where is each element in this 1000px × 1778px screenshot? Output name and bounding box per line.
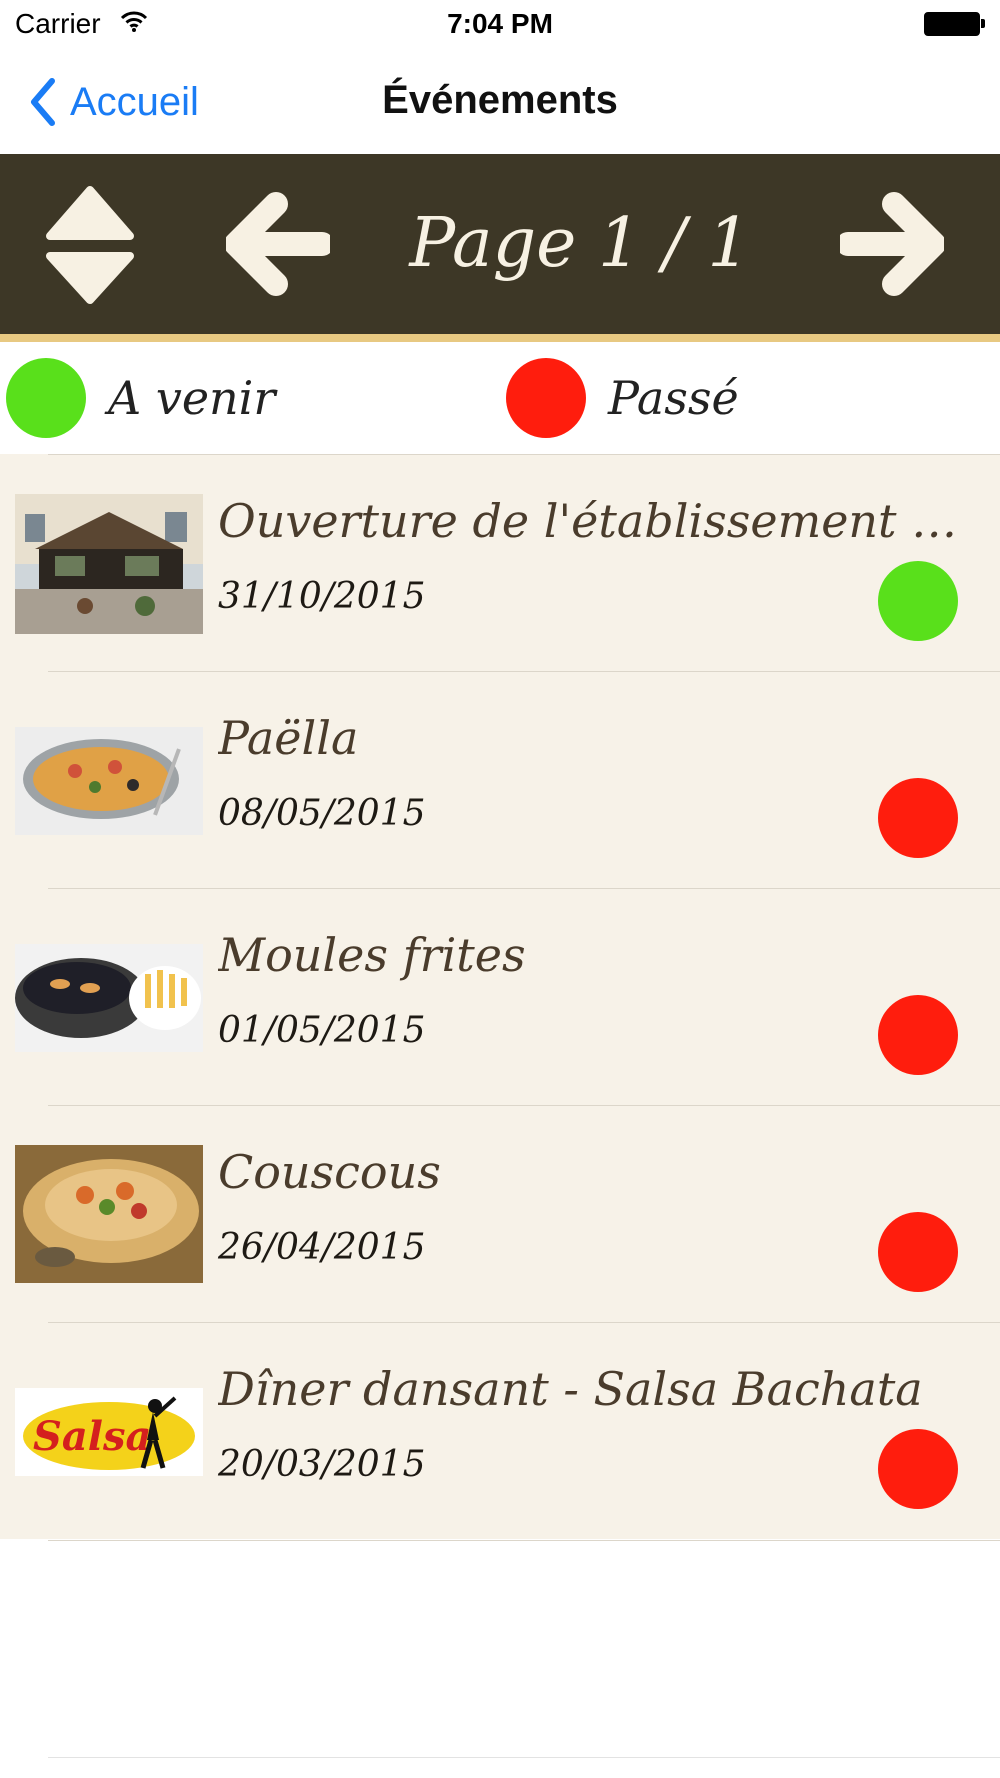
status-bar: Carrier 7:04 PM [0,0,1000,50]
event-date: 08/05/2015 [218,793,426,834]
past-status-dot [506,358,586,438]
event-title: Moules frites [218,928,526,982]
event-date: 01/05/2015 [218,1010,426,1051]
event-date: 20/03/2015 [218,1444,426,1485]
page-indicator: Page 1 / 1 [409,204,751,283]
event-thumbnail [15,944,203,1052]
event-date: 26/04/2015 [218,1227,426,1268]
event-status-dot [878,1212,958,1292]
event-title: Couscous [218,1145,441,1199]
event-title: Ouverture de l'établissement tou... [218,494,958,548]
event-thumbnail [15,727,203,835]
legend-label: A venir [108,371,276,425]
arrow-right-icon [836,192,946,296]
legend-upcoming: A venir [6,358,275,438]
upcoming-status-dot [6,358,86,438]
event-date: 31/10/2015 [218,576,426,617]
status-time: 7:04 PM [447,8,553,39]
row-divider [48,1105,1000,1106]
legend-past: Passé [506,358,739,438]
row-divider [48,454,1000,455]
event-thumbnail: Salsa [15,1388,203,1476]
event-title: Paëlla [218,711,359,765]
battery-icon [924,12,986,36]
event-status-dot [878,995,958,1075]
sort-arrows-icon [46,186,134,304]
list-item[interactable]: Salsa Dîner dansant - Salsa Bachata 20/0… [0,1322,1000,1539]
row-divider [48,1322,1000,1323]
navigation-bar: Accueil Événements [0,50,1000,154]
legend-label: Passé [608,371,739,425]
sort-toggle-button[interactable] [44,184,136,311]
row-divider [48,1540,1000,1541]
pager-toolbar: Page 1 / 1 [0,154,1000,334]
next-page-button[interactable] [836,190,946,303]
list-item[interactable]: Moules frites 01/05/2015 [0,888,1000,1105]
event-thumbnail [15,494,203,634]
event-list: Ouverture de l'établissement tou... 31/1… [0,454,1000,1539]
page-title: Événements [382,78,618,122]
event-status-dot [878,561,958,641]
arrow-left-icon [224,192,334,296]
previous-page-button[interactable] [224,190,334,303]
event-status-dot [878,1429,958,1509]
pager-divider [0,334,1000,342]
list-item[interactable]: Paëlla 08/05/2015 [0,671,1000,888]
row-divider [48,671,1000,672]
row-divider [48,1757,1000,1758]
list-item[interactable]: Ouverture de l'établissement tou... 31/1… [0,454,1000,671]
status-legend: A venir Passé [0,342,1000,454]
event-status-dot [878,778,958,858]
salsa-logo-text: Salsa [33,1413,151,1460]
event-title: Dîner dansant - Salsa Bachata [218,1362,923,1416]
row-divider [48,888,1000,889]
event-thumbnail [15,1145,203,1283]
list-item[interactable]: Couscous 26/04/2015 [0,1105,1000,1322]
